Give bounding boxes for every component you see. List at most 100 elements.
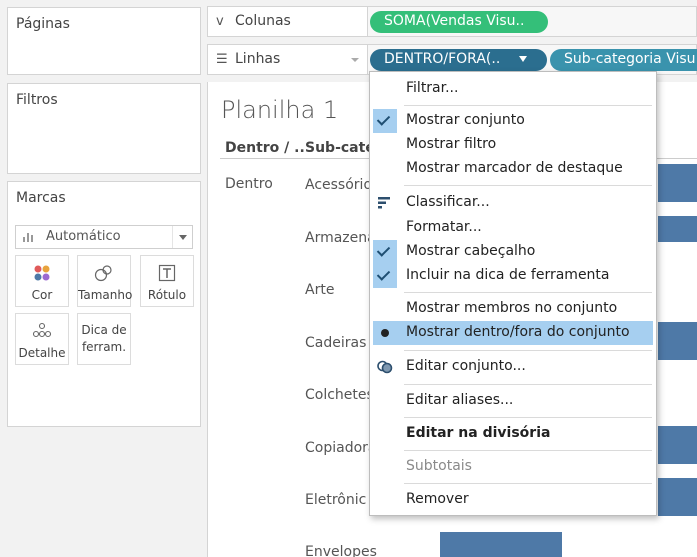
- bar-mark[interactable]: [658, 478, 697, 516]
- mark-type-value: Automático: [46, 229, 121, 244]
- menu-separator: [404, 450, 652, 451]
- subcategory-label[interactable]: Copiadora: [305, 440, 376, 456]
- marks-card: Marcas Automático Cor Tamanho Rótulo Det…: [7, 181, 201, 427]
- filters-title: Filtros: [16, 92, 58, 108]
- chevron-down-icon[interactable]: [518, 56, 527, 62]
- subcategory-label[interactable]: Arte: [305, 282, 334, 298]
- color-label: Cor: [31, 288, 53, 302]
- text-label-icon: [158, 264, 176, 282]
- menu-item-label: Formatar...: [406, 219, 482, 235]
- columns-shelf-label: ⅴ Colunas: [208, 7, 368, 36]
- tooltip-button[interactable]: Dica de ferram.: [77, 313, 131, 365]
- rows-label: Linhas: [235, 51, 281, 67]
- menu-item-sort[interactable]: Classificar...: [373, 191, 653, 215]
- subcategory-pill[interactable]: Sub-categoria Visu: [550, 49, 697, 71]
- columns-label: Colunas: [235, 13, 291, 29]
- mark-type-select[interactable]: Automático: [15, 225, 193, 249]
- bar-mark[interactable]: [658, 426, 697, 464]
- header-in-out[interactable]: Dentro / ..: [225, 140, 305, 156]
- checkmark-icon: [373, 240, 397, 264]
- menu-item-label: Editar aliases...: [406, 392, 514, 408]
- menu-separator: [404, 483, 652, 484]
- detail-label: Detalhe: [18, 346, 66, 360]
- menu-separator: [404, 384, 652, 385]
- subcategory-label[interactable]: Eletrônic: [305, 492, 366, 508]
- columns-icon: ⅴ: [216, 14, 224, 29]
- menu-item-remove[interactable]: Remover: [373, 488, 653, 512]
- menu-item-show-highlighter[interactable]: Mostrar marcador de destaque: [373, 157, 653, 181]
- subcategory-label[interactable]: Envelopes: [305, 544, 377, 557]
- menu-item-edit-set[interactable]: Editar conjunto...: [373, 355, 653, 379]
- in-out-value[interactable]: Dentro: [225, 176, 273, 192]
- detail-button[interactable]: Detalhe: [15, 313, 69, 365]
- rows-shelf-label: ☰ Linhas: [208, 45, 368, 74]
- sum-sales-pill-text: SOMA(Vendas Visu..: [384, 13, 525, 29]
- checkmark-icon: [373, 109, 397, 133]
- bar-mark[interactable]: [658, 322, 697, 360]
- in-out-pill-text: DENTRO/FORA(..: [384, 51, 501, 67]
- radio-dot-icon: [373, 321, 397, 345]
- menu-item-label: Mostrar membros no conjunto: [406, 300, 618, 316]
- menu-item-show-in-out[interactable]: Mostrar dentro/fora do conjunto: [373, 321, 653, 345]
- menu-item-show-members[interactable]: Mostrar membros no conjunto: [373, 297, 653, 321]
- sort-icon: [373, 191, 397, 215]
- color-button[interactable]: Cor: [15, 255, 69, 307]
- menu-item-edit-in-shelf[interactable]: Editar na divisória: [373, 422, 653, 446]
- bar-chart-icon: [23, 232, 35, 242]
- menu-separator: [404, 417, 652, 418]
- menu-item-label: Mostrar conjunto: [406, 112, 525, 128]
- subcategory-label[interactable]: Armazena: [305, 230, 376, 246]
- menu-item-format[interactable]: Formatar...: [373, 216, 653, 240]
- tooltip-label-line1: Dica de: [81, 323, 127, 337]
- bar-mark[interactable]: [440, 532, 562, 557]
- sum-sales-pill[interactable]: SOMA(Vendas Visu..: [370, 11, 548, 33]
- sheet-title[interactable]: Planilha 1: [221, 96, 338, 124]
- label-button[interactable]: Rótulo: [140, 255, 194, 307]
- pages-card: Páginas: [7, 7, 201, 75]
- detail-dots-icon: [32, 322, 52, 338]
- subcategory-label[interactable]: Acessório: [305, 177, 372, 193]
- columns-shelf[interactable]: ⅴ Colunas SOMA(Vendas Visu..: [207, 6, 697, 37]
- label-label: Rótulo: [147, 288, 187, 302]
- menu-item-label: Filtrar...: [406, 80, 459, 96]
- menu-item-show-filter[interactable]: Mostrar filtro: [373, 133, 653, 157]
- menu-item-label: Mostrar filtro: [406, 136, 497, 152]
- menu-item-subtotals: Subtotais: [373, 455, 653, 479]
- menu-item-show-header[interactable]: Mostrar cabeçalho: [373, 240, 653, 264]
- subcategory-label[interactable]: Cadeiras: [305, 335, 366, 351]
- chevron-down-icon[interactable]: [172, 226, 192, 248]
- menu-separator: [404, 105, 652, 106]
- menu-item-show-set[interactable]: Mostrar conjunto: [373, 109, 653, 133]
- size-icon: [94, 265, 112, 282]
- menu-item-label: Editar conjunto...: [406, 358, 526, 374]
- marks-title: Marcas: [16, 190, 66, 206]
- checkmark-icon: [373, 264, 397, 288]
- subcategory-pill-text: Sub-categoria Visu: [564, 51, 696, 67]
- rows-icon: ☰: [216, 52, 228, 67]
- menu-separator: [404, 292, 652, 293]
- chevron-down-icon[interactable]: [351, 58, 359, 66]
- left-panel: Páginas Filtros Marcas Automático Cor Ta…: [0, 0, 207, 557]
- menu-separator: [404, 350, 652, 351]
- bar-mark[interactable]: [658, 164, 697, 202]
- menu-item-label: Remover: [406, 491, 469, 507]
- menu-item-label: Mostrar dentro/fora do conjunto: [406, 324, 630, 340]
- bar-mark[interactable]: [658, 216, 697, 242]
- menu-item-edit-aliases[interactable]: Editar aliases...: [373, 389, 653, 413]
- size-button[interactable]: Tamanho: [77, 255, 133, 307]
- menu-item-filter[interactable]: Filtrar...: [373, 77, 653, 101]
- filters-card[interactable]: Filtros: [7, 83, 201, 174]
- menu-item-include-in-tooltip[interactable]: Incluir na dica de ferramenta: [373, 264, 653, 288]
- menu-item-label: Classificar...: [406, 194, 490, 210]
- size-label: Tamanho: [78, 288, 133, 302]
- menu-item-label: Mostrar marcador de destaque: [406, 160, 623, 176]
- set-icon: [373, 355, 397, 379]
- menu-item-label: Incluir na dica de ferramenta: [406, 267, 610, 283]
- pages-title: Páginas: [16, 16, 70, 32]
- subcategory-label[interactable]: Colchetes: [305, 387, 374, 403]
- in-out-pill[interactable]: DENTRO/FORA(..: [370, 49, 547, 71]
- menu-separator: [404, 185, 652, 186]
- pill-context-menu: Filtrar... Mostrar conjunto Mostrar filt…: [369, 71, 657, 516]
- menu-item-label: Mostrar cabeçalho: [406, 243, 536, 259]
- color-dots-icon: [34, 265, 50, 281]
